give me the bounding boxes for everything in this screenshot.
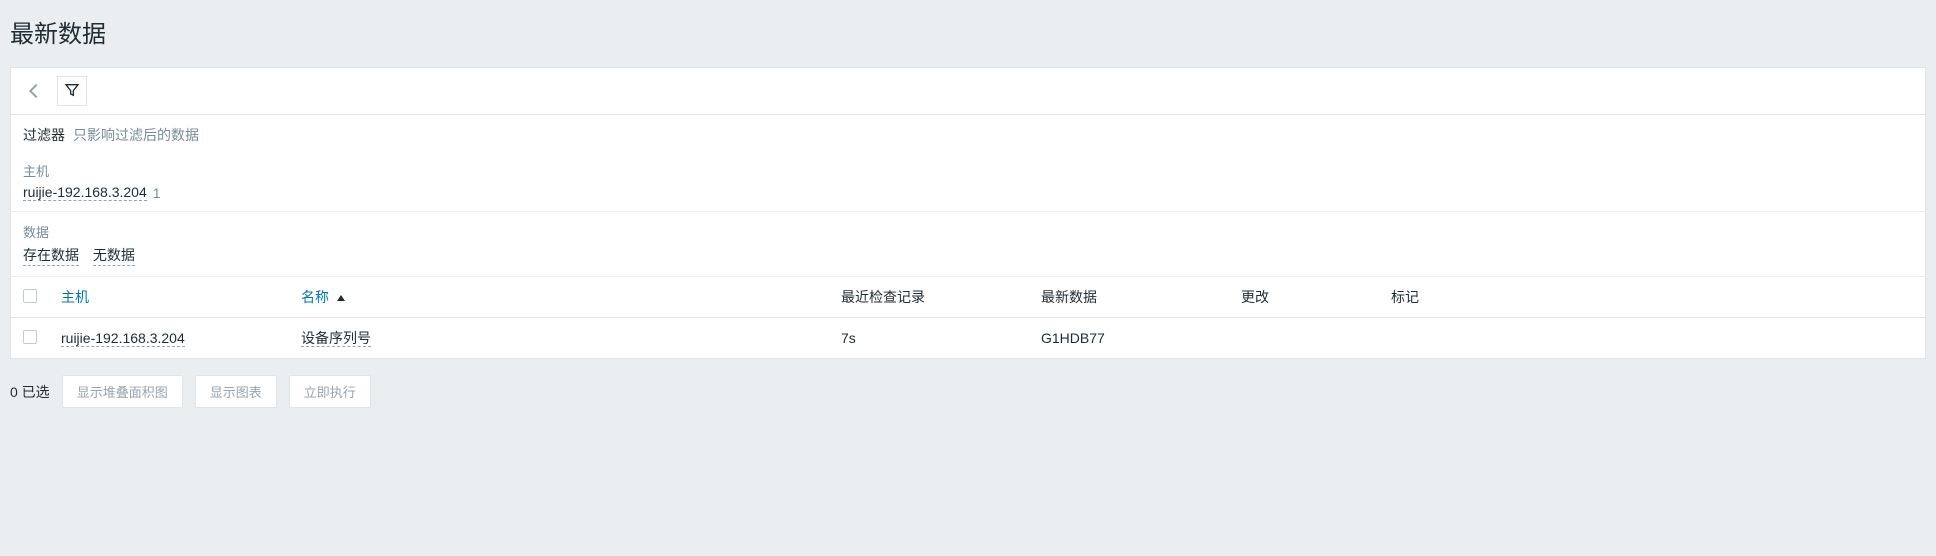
filter-toggle-button[interactable] bbox=[57, 76, 87, 106]
cell-last-check: 7s bbox=[829, 318, 1029, 359]
col-header-host[interactable]: 主机 bbox=[61, 289, 89, 305]
filter-chip-host[interactable]: ruijie-192.168.3.204 1 bbox=[23, 184, 161, 201]
table-row: ruijie-192.168.3.204 设备序列号 7s G1HDB77 bbox=[11, 318, 1925, 359]
filter-chip-data-none[interactable]: 无数据 bbox=[93, 245, 135, 266]
col-header-tag: 标记 bbox=[1379, 277, 1925, 318]
filter-title: 过滤器 bbox=[23, 125, 65, 145]
filter-chip-data-exists[interactable]: 存在数据 bbox=[23, 245, 79, 266]
filter-chip-data-none-label: 无数据 bbox=[93, 245, 135, 266]
page-title: 最新数据 bbox=[0, 0, 1936, 59]
stacked-area-button[interactable]: 显示堆叠面积图 bbox=[62, 375, 183, 408]
cell-host[interactable]: ruijie-192.168.3.204 bbox=[61, 330, 185, 347]
content-panel: 过滤器 只影响过滤后的数据 主机 ruijie-192.168.3.204 1 … bbox=[10, 67, 1926, 359]
funnel-icon bbox=[64, 82, 80, 101]
table-header-row: 主机 名称 最近检查记录 最新数据 更改 标记 bbox=[11, 277, 1925, 318]
select-all-checkbox[interactable] bbox=[23, 289, 37, 303]
filter-chip-host-value: ruijie-192.168.3.204 bbox=[23, 184, 147, 201]
col-header-name[interactable]: 名称 bbox=[301, 289, 329, 305]
cell-tag bbox=[1379, 318, 1925, 359]
execute-now-button[interactable]: 立即执行 bbox=[289, 375, 371, 408]
col-header-last-data: 最新数据 bbox=[1029, 277, 1229, 318]
footer-bar: 0 已选 显示堆叠面积图 显示图表 立即执行 bbox=[0, 359, 1936, 418]
col-header-change: 更改 bbox=[1229, 277, 1379, 318]
cell-last-data: G1HDB77 bbox=[1029, 318, 1229, 359]
chevron-left-icon bbox=[31, 84, 41, 99]
cell-name[interactable]: 设备序列号 bbox=[301, 330, 371, 347]
filter-group-data-label: 数据 bbox=[23, 222, 1913, 241]
cell-change bbox=[1229, 318, 1379, 359]
show-graph-button[interactable]: 显示图表 bbox=[195, 375, 277, 408]
toolbar bbox=[11, 68, 1925, 115]
data-table-wrap: 主机 名称 最近检查记录 最新数据 更改 标记 bbox=[11, 277, 1925, 358]
data-table: 主机 名称 最近检查记录 最新数据 更改 标记 bbox=[11, 277, 1925, 358]
filter-group-host-label: 主机 bbox=[23, 161, 1913, 180]
back-button[interactable] bbox=[21, 76, 51, 106]
filter-chip-data-exists-label: 存在数据 bbox=[23, 245, 79, 266]
row-checkbox[interactable] bbox=[23, 330, 37, 344]
col-header-last-check: 最近检查记录 bbox=[829, 277, 1029, 318]
filter-group-host: 主机 ruijie-192.168.3.204 1 bbox=[11, 151, 1925, 212]
filter-header: 过滤器 只影响过滤后的数据 bbox=[11, 115, 1925, 151]
selected-count-label: 0 已选 bbox=[10, 382, 50, 402]
sort-asc-icon bbox=[337, 295, 345, 301]
filter-chip-host-count: 1 bbox=[153, 185, 161, 201]
filter-subtitle: 只影响过滤后的数据 bbox=[73, 125, 199, 145]
filter-group-data: 数据 存在数据 无数据 bbox=[11, 212, 1925, 277]
